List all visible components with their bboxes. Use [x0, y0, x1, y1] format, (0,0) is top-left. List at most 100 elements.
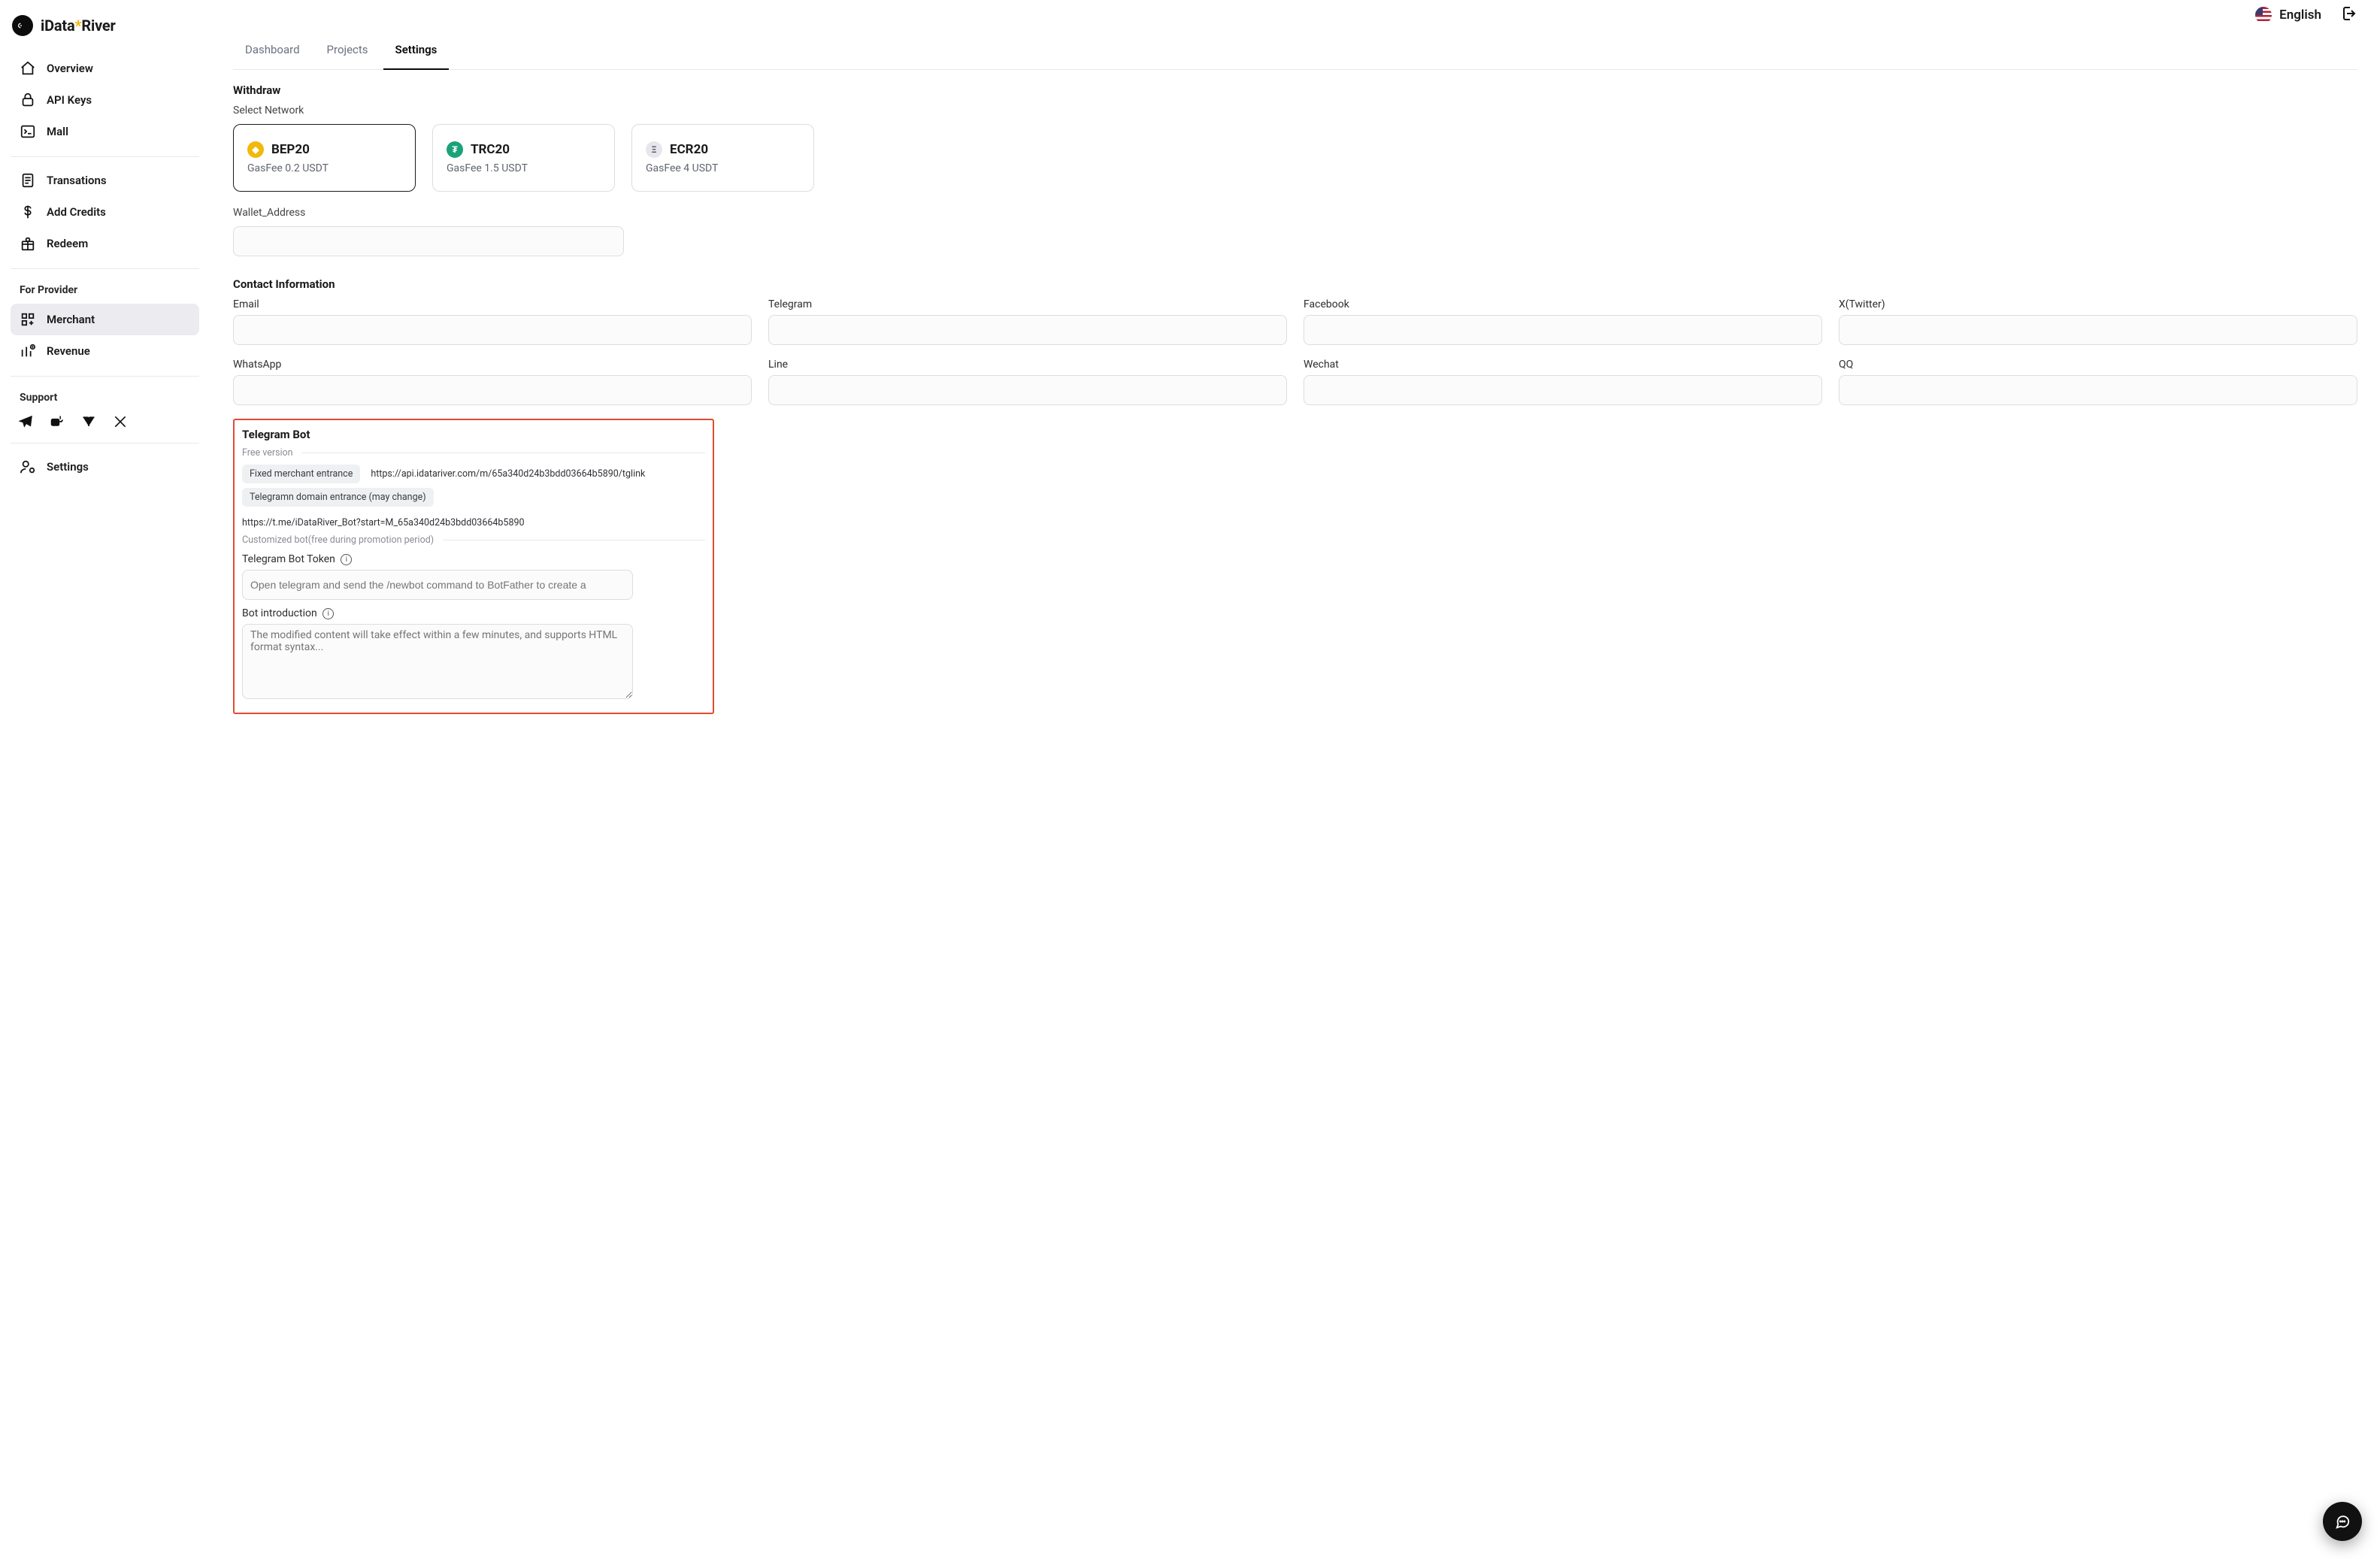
language-selector[interactable]: English — [2255, 7, 2321, 23]
mailbox-icon[interactable] — [50, 414, 65, 429]
dollar-icon — [20, 204, 36, 220]
sidebar-divider — [11, 156, 199, 157]
x-twitter-icon[interactable] — [113, 414, 128, 429]
sidebar-item-redeem[interactable]: Redeem — [11, 228, 199, 259]
xtwitter-input[interactable] — [1839, 315, 2357, 345]
brand-logo[interactable]: iData*River — [11, 9, 199, 50]
domain-entrance-pill: Telegramn domain entrance (may change) — [242, 488, 434, 507]
bot-token-input[interactable] — [242, 570, 633, 600]
bot-intro-label: Bot introduction i — [242, 607, 705, 619]
whatsapp-label: WhatsApp — [233, 359, 752, 371]
lock-icon — [20, 92, 36, 108]
sidebar-item-label: Merchant — [47, 313, 95, 326]
logout-icon[interactable] — [2339, 5, 2357, 26]
fixed-entrance-url[interactable]: https://api.idatariver.com/m/65a340d24b3… — [371, 468, 645, 480]
main: English Dashboard Projects Settings With… — [210, 0, 2380, 1559]
sidebar-item-merchant[interactable]: Merchant — [11, 304, 199, 335]
tab-settings[interactable]: Settings — [383, 32, 450, 70]
free-version-label: Free version — [242, 447, 293, 459]
network-fee: GasFee 0.2 USDT — [247, 162, 401, 174]
brand-mark-icon — [12, 15, 33, 36]
line-label: Line — [768, 359, 1287, 371]
sidebar-item-apikeys[interactable]: API Keys — [11, 84, 199, 116]
revenue-icon — [20, 343, 36, 359]
telegram-label: Telegram — [768, 298, 1287, 310]
sidebar-item-label: Overview — [47, 62, 93, 75]
sidebar-section-provider: For Provider — [11, 274, 199, 301]
email-label: Email — [233, 298, 752, 310]
sidebar-item-mall[interactable]: Mall — [11, 116, 199, 147]
wechat-input[interactable] — [1304, 375, 1822, 405]
withdraw-title: Withdraw — [233, 83, 2357, 97]
sidebar-item-label: API Keys — [47, 93, 92, 107]
whatsapp-input[interactable] — [233, 375, 752, 405]
topbar: English — [210, 0, 2380, 26]
bot-intro-textarea[interactable] — [242, 624, 633, 699]
qq-label: QQ — [1839, 359, 2357, 371]
flag-us-icon — [2255, 7, 2272, 23]
xtwitter-label: X(Twitter) — [1839, 298, 2357, 310]
brand-text: iData*River — [41, 17, 116, 35]
sidebar-item-label: Transations — [47, 174, 107, 187]
grid-plus-icon — [20, 311, 36, 328]
wallet-address-label: Wallet_Address — [233, 207, 624, 219]
fixed-entrance-pill: Fixed merchant entrance — [242, 465, 360, 483]
sidebar-item-overview[interactable]: Overview — [11, 53, 199, 84]
sidebar-item-revenue[interactable]: Revenue — [11, 335, 199, 367]
book-icon[interactable] — [81, 414, 96, 429]
wallet-address-input[interactable] — [233, 226, 624, 256]
sidebar-item-label: Redeem — [47, 237, 88, 250]
sidebar-item-transactions[interactable]: Transations — [11, 165, 199, 196]
gift-icon — [20, 235, 36, 252]
sidebar-item-label: Mall — [47, 125, 68, 138]
email-input[interactable] — [233, 315, 752, 345]
sidebar-item-label: Settings — [47, 460, 89, 474]
facebook-label: Facebook — [1304, 298, 1822, 310]
language-label: English — [2279, 8, 2321, 23]
chat-fab[interactable] — [2323, 1502, 2362, 1541]
info-icon[interactable]: i — [322, 608, 334, 619]
tab-projects[interactable]: Projects — [315, 32, 380, 70]
sidebar-group-provider: Merchant Revenue — [11, 301, 199, 370]
terminal-icon — [20, 123, 36, 140]
network-fee: GasFee 4 USDT — [646, 162, 800, 174]
sidebar-divider — [11, 376, 199, 377]
contact-grid: Email Telegram Facebook X(Twitter) Whats… — [233, 298, 2357, 405]
fixed-entrance-row: Fixed merchant entrance https://api.idat… — [242, 465, 705, 483]
telegram-input[interactable] — [768, 315, 1287, 345]
sidebar-item-settings[interactable]: Settings — [11, 451, 199, 483]
select-network-label: Select Network — [233, 104, 2357, 117]
network-cards: ◆ BEP20 GasFee 0.2 USDT ₮ TRC20 GasFee 1… — [233, 124, 2357, 192]
sidebar-item-addcredits[interactable]: Add Credits — [11, 196, 199, 228]
content: Withdraw Select Network ◆ BEP20 GasFee 0… — [210, 70, 2380, 744]
info-icon[interactable]: i — [341, 554, 352, 565]
network-name: TRC20 — [471, 142, 510, 157]
home-icon — [20, 60, 36, 77]
eth-icon: Ξ — [646, 141, 662, 158]
network-name: ECR20 — [670, 142, 708, 157]
user-gear-icon — [20, 459, 36, 475]
network-card-trc20[interactable]: ₮ TRC20 GasFee 1.5 USDT — [432, 124, 615, 192]
line-input[interactable] — [768, 375, 1287, 405]
network-name: BEP20 — [271, 142, 310, 157]
free-version-divider: Free version — [242, 447, 705, 459]
telegram-bot-section: Telegram Bot Free version Fixed merchant… — [233, 419, 714, 714]
sidebar: iData*River Overview API Keys Mall — [0, 0, 210, 1559]
contact-info-title: Contact Information — [233, 277, 2357, 291]
qq-input[interactable] — [1839, 375, 2357, 405]
tabs: Dashboard Projects Settings — [233, 32, 2357, 70]
tab-dashboard[interactable]: Dashboard — [233, 32, 312, 70]
support-icon-row — [11, 408, 199, 437]
sidebar-group-2: Transations Add Credits Redeem — [11, 162, 199, 262]
domain-entrance-url[interactable]: https://t.me/iDataRiver_Bot?start=M_65a3… — [242, 517, 525, 528]
bnb-icon: ◆ — [247, 141, 264, 158]
sidebar-group-main: Overview API Keys Mall — [11, 50, 199, 150]
sidebar-section-support: Support — [11, 381, 199, 408]
network-card-ecr20[interactable]: Ξ ECR20 GasFee 4 USDT — [631, 124, 814, 192]
telegram-icon[interactable] — [18, 414, 33, 429]
facebook-input[interactable] — [1304, 315, 1822, 345]
tether-icon: ₮ — [447, 141, 463, 158]
custom-bot-divider: Customized bot(free during promotion per… — [242, 534, 705, 546]
network-card-bep20[interactable]: ◆ BEP20 GasFee 0.2 USDT — [233, 124, 416, 192]
sidebar-item-label: Add Credits — [47, 205, 106, 219]
